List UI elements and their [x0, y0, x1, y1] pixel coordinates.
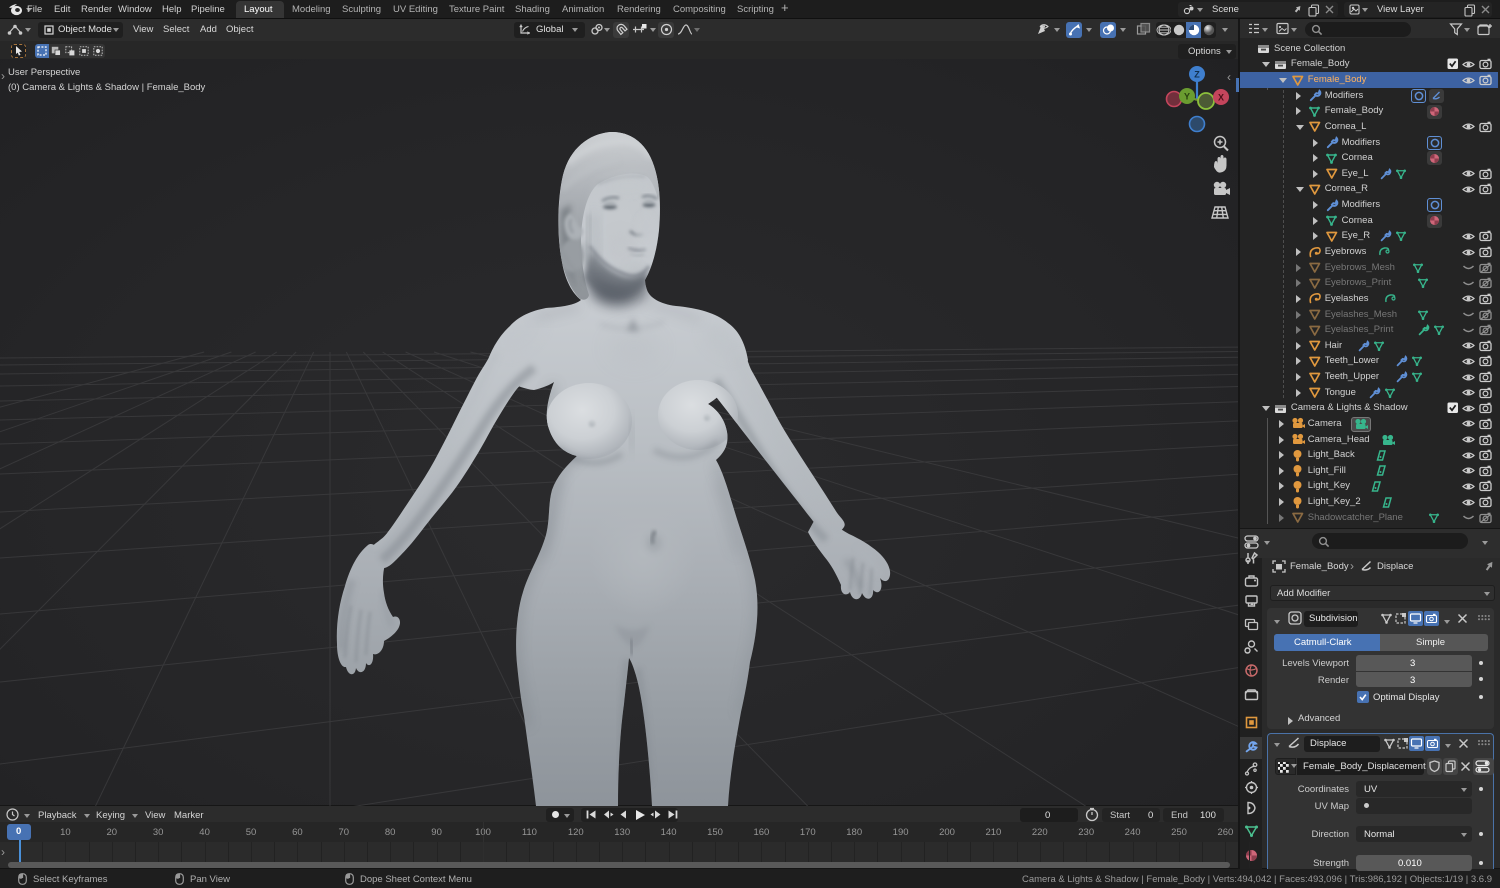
svg-text:Z: Z [1194, 70, 1200, 80]
svg-text:Y: Y [1184, 92, 1190, 102]
svg-text:X: X [1218, 93, 1224, 103]
